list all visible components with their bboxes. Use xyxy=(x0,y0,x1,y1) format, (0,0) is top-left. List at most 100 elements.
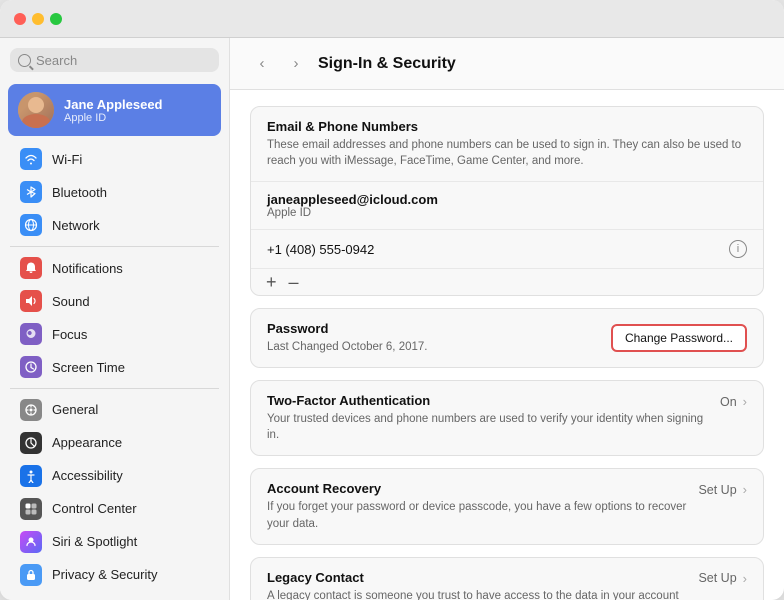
legacy-contact-action: Set Up xyxy=(698,571,736,585)
email-type: Apple ID xyxy=(267,207,747,219)
notifications-icon xyxy=(20,257,42,279)
sidebar-item-bluetooth[interactable]: Bluetooth xyxy=(6,176,223,208)
wifi-icon xyxy=(20,148,42,170)
phone-number: +1 (408) 555-0942 xyxy=(267,242,374,257)
change-password-button[interactable]: Change Password... xyxy=(611,324,747,352)
sidebar-item-screentime[interactable]: Screen Time xyxy=(6,351,223,383)
sidebar-label-general: General xyxy=(52,402,98,417)
user-subtitle: Apple ID xyxy=(64,112,163,124)
legacy-contact-desc: A legacy contact is someone you trust to… xyxy=(267,588,688,600)
legacy-contact-row[interactable]: Legacy Contact A legacy contact is someo… xyxy=(251,558,763,600)
sidebar-item-focus[interactable]: Focus xyxy=(6,318,223,350)
remove-button[interactable]: – xyxy=(286,273,302,291)
minimize-button[interactable] xyxy=(32,13,44,25)
screentime-icon xyxy=(20,356,42,378)
network-icon xyxy=(20,214,42,236)
sidebar-item-controlcenter[interactable]: Control Center xyxy=(6,493,223,525)
privacy-icon xyxy=(20,564,42,586)
page-title: Sign-In & Security xyxy=(318,55,456,73)
sound-icon xyxy=(20,290,42,312)
sidebar-label-controlcenter: Control Center xyxy=(52,501,137,516)
sidebar-group-network: Wi-Fi Bluetooth xyxy=(0,142,229,242)
account-recovery-heading: Account Recovery xyxy=(267,481,688,496)
account-recovery-card: Account Recovery If you forget your pass… xyxy=(250,468,764,544)
sidebar-divider-1 xyxy=(10,246,219,247)
sidebar-group-system: Notifications Sound xyxy=(0,251,229,384)
sidebar-divider-2 xyxy=(10,388,219,389)
maximize-button[interactable] xyxy=(50,13,62,25)
phone-row: +1 (408) 555-0942 i xyxy=(251,230,763,269)
legacy-contact-chevron: › xyxy=(743,571,747,586)
info-icon[interactable]: i xyxy=(729,240,747,258)
forward-button[interactable]: › xyxy=(284,52,308,76)
sidebar-label-bluetooth: Bluetooth xyxy=(52,185,107,200)
two-factor-chevron: › xyxy=(743,394,747,409)
account-recovery-row[interactable]: Account Recovery If you forget your pass… xyxy=(251,469,763,543)
two-factor-card: Two-Factor Authentication Your trusted d… xyxy=(250,380,764,456)
close-button[interactable] xyxy=(14,13,26,25)
user-info: Jane Appleseed Apple ID xyxy=(64,97,163,124)
sidebar-label-accessibility: Accessibility xyxy=(52,468,123,483)
sidebar: Search Jane Appleseed Apple ID xyxy=(0,38,230,600)
legacy-contact-info: Legacy Contact A legacy contact is someo… xyxy=(267,570,688,600)
sidebar-label-siri: Siri & Spotlight xyxy=(52,534,137,549)
password-row: Password Last Changed October 6, 2017. C… xyxy=(251,309,763,367)
sidebar-label-network: Network xyxy=(52,218,100,233)
account-recovery-chevron: › xyxy=(743,482,747,497)
password-subtext: Last Changed October 6, 2017. xyxy=(267,339,427,355)
password-info: Password Last Changed October 6, 2017. xyxy=(267,321,427,355)
sidebar-item-siri[interactable]: Siri & Spotlight xyxy=(6,526,223,558)
add-button[interactable]: + xyxy=(263,273,280,291)
general-icon xyxy=(20,399,42,421)
sidebar-label-privacy: Privacy & Security xyxy=(52,567,157,582)
sidebar-item-notifications[interactable]: Notifications xyxy=(6,252,223,284)
two-factor-status-area: On › xyxy=(720,393,747,409)
sidebar-label-focus: Focus xyxy=(52,327,87,342)
email-row: janeappleseed@icloud.com Apple ID xyxy=(251,182,763,230)
account-recovery-layout: Account Recovery If you forget your pass… xyxy=(267,481,747,531)
sidebar-label-screentime: Screen Time xyxy=(52,360,125,375)
account-recovery-info: Account Recovery If you forget your pass… xyxy=(267,481,688,531)
sidebar-label-notifications: Notifications xyxy=(52,261,123,276)
sidebar-item-privacy[interactable]: Privacy & Security xyxy=(6,559,223,591)
sidebar-item-accessibility[interactable]: Accessibility xyxy=(6,460,223,492)
main-header: ‹ › Sign-In & Security xyxy=(230,38,784,90)
siri-icon xyxy=(20,531,42,553)
two-factor-desc: Your trusted devices and phone numbers a… xyxy=(267,411,710,443)
sidebar-item-appearance[interactable]: Appearance xyxy=(6,427,223,459)
email-phone-heading: Email & Phone Numbers xyxy=(267,119,747,134)
search-placeholder: Search xyxy=(36,53,77,68)
search-icon xyxy=(18,54,31,67)
user-name: Jane Appleseed xyxy=(64,97,163,112)
password-card: Password Last Changed October 6, 2017. C… xyxy=(250,308,764,368)
account-recovery-action: Set Up xyxy=(698,483,736,497)
sidebar-item-wifi[interactable]: Wi-Fi xyxy=(6,143,223,175)
sidebar-label-sound: Sound xyxy=(52,294,90,309)
sidebar-item-network[interactable]: Network xyxy=(6,209,223,241)
sidebar-item-sound[interactable]: Sound xyxy=(6,285,223,317)
controlcenter-icon xyxy=(20,498,42,520)
appearance-icon xyxy=(20,432,42,454)
two-factor-layout: Two-Factor Authentication Your trusted d… xyxy=(267,393,747,443)
main-content-area: ‹ › Sign-In & Security Email & Phone Num… xyxy=(230,38,784,600)
back-button[interactable]: ‹ xyxy=(250,52,274,76)
main-layout: Search Jane Appleseed Apple ID xyxy=(0,38,784,600)
email-address: janeappleseed@icloud.com xyxy=(267,192,747,207)
search-bar[interactable]: Search xyxy=(10,48,219,72)
sidebar-group-preferences: General Appearance xyxy=(0,393,229,592)
user-card[interactable]: Jane Appleseed Apple ID xyxy=(8,84,221,136)
legacy-contact-card: Legacy Contact A legacy contact is someo… xyxy=(250,557,764,600)
two-factor-status: On xyxy=(720,395,737,409)
legacy-contact-layout: Legacy Contact A legacy contact is someo… xyxy=(267,570,747,600)
system-preferences-window: Search Jane Appleseed Apple ID xyxy=(0,0,784,600)
email-phone-header-row: Email & Phone Numbers These email addres… xyxy=(251,107,763,182)
legacy-contact-action-area: Set Up › xyxy=(698,570,747,586)
sidebar-item-general[interactable]: General xyxy=(6,394,223,426)
legacy-contact-heading: Legacy Contact xyxy=(267,570,688,585)
accessibility-icon xyxy=(20,465,42,487)
email-phone-card: Email & Phone Numbers These email addres… xyxy=(250,106,764,296)
two-factor-row[interactable]: Two-Factor Authentication Your trusted d… xyxy=(251,381,763,455)
titlebar xyxy=(0,0,784,38)
account-recovery-action-area: Set Up › xyxy=(698,481,747,497)
two-factor-heading: Two-Factor Authentication xyxy=(267,393,710,408)
